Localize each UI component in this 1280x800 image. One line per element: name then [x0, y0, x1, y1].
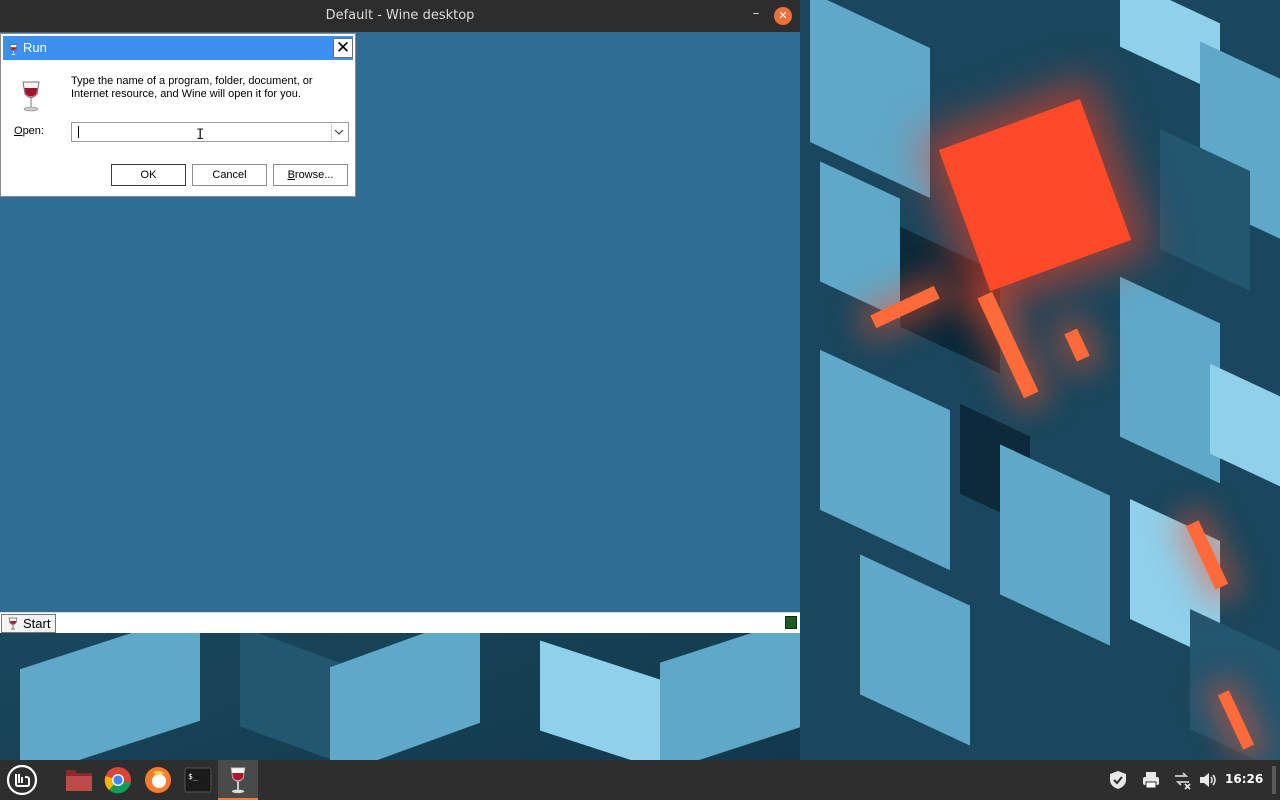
files-icon[interactable] [58, 760, 98, 800]
wine-glass-icon [8, 617, 18, 634]
window-title: Default - Wine desktop [325, 8, 475, 23]
wine-taskbar: Start [0, 612, 800, 633]
network-icon[interactable] [1172, 770, 1192, 790]
dialog-description: Type the name of a program, folder, docu… [71, 75, 313, 100]
dialog-titlebar[interactable]: Run ✕ [3, 36, 353, 60]
open-combobox[interactable]: I [71, 122, 349, 142]
dialog-title: Run [23, 40, 47, 55]
open-label-rest: pen: [22, 125, 44, 137]
run-dialog: Run ✕ Type the name of a program, folder… [0, 33, 356, 197]
open-label: Open: [14, 125, 44, 137]
menu-icon[interactable] [0, 760, 44, 800]
cancel-button[interactable]: Cancel [192, 164, 267, 186]
open-label-accel: O [14, 125, 23, 137]
browse-button[interactable]: Browse... [273, 164, 348, 186]
mouse-ibeam-cursor-icon: I [196, 127, 205, 143]
chrome-icon[interactable] [98, 760, 138, 800]
system-panel: $_ 16:26 [0, 760, 1280, 800]
dialog-close-button[interactable]: ✕ [333, 38, 353, 58]
start-button[interactable]: Start [1, 614, 56, 633]
text-caret [78, 126, 79, 138]
browse-label-rest: rowse... [294, 169, 334, 181]
wine-glass-icon [9, 41, 18, 60]
browse-label-accel: B [287, 169, 295, 181]
clock[interactable]: 16:26 [1225, 772, 1263, 786]
show-desktop-button[interactable] [1272, 766, 1276, 794]
wine-icon[interactable] [218, 760, 258, 800]
shield-icon[interactable] [1108, 770, 1128, 790]
ok-button[interactable]: OK [111, 164, 186, 186]
wine-tray-icon[interactable] [785, 616, 797, 629]
volume-icon[interactable] [1198, 770, 1218, 790]
wine-glass-icon [21, 80, 41, 116]
terminal-icon[interactable]: $_ [178, 760, 218, 800]
start-label: Start [23, 616, 51, 631]
minimize-button[interactable]: – [747, 6, 765, 24]
terminal-glyph: $_ [188, 772, 198, 781]
window-titlebar[interactable]: Default - Wine desktop – ✕ [0, 0, 800, 32]
printer-icon[interactable] [1141, 770, 1161, 790]
firefox-icon[interactable] [138, 760, 178, 800]
chevron-down-icon[interactable] [331, 124, 347, 140]
close-button[interactable]: ✕ [774, 7, 792, 25]
